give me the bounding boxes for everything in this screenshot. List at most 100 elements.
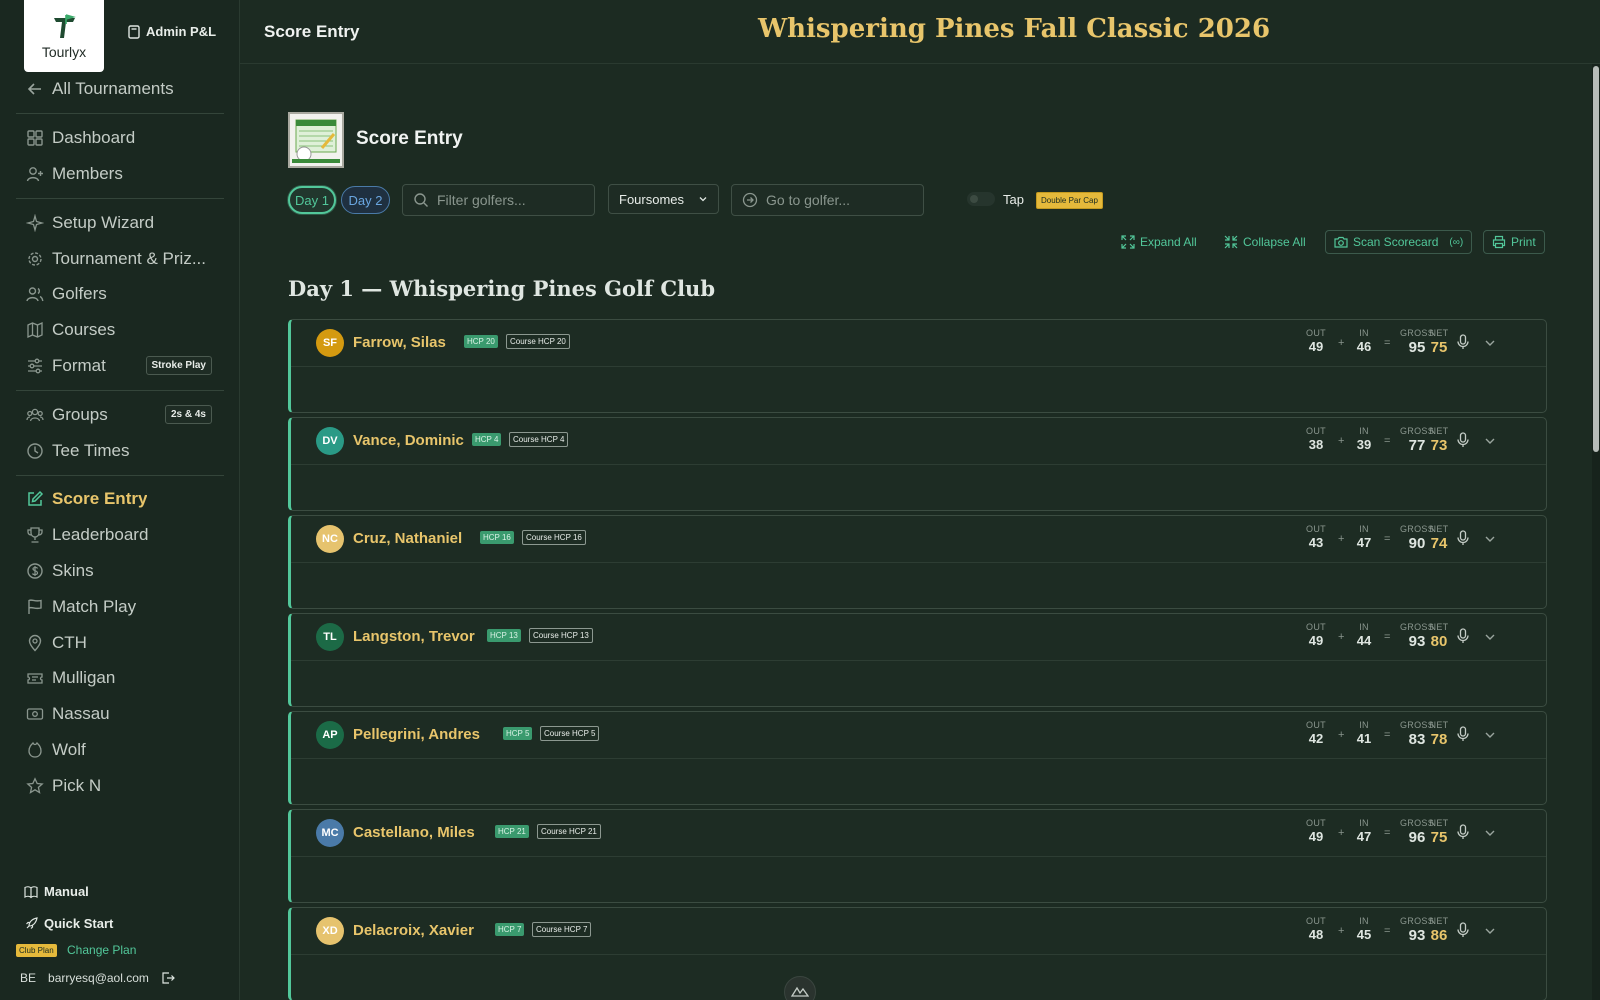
chevron-down-icon[interactable] — [1483, 728, 1497, 742]
golfer-name[interactable]: Vance, Dominic — [353, 432, 464, 449]
sidebar-item-label: Tournament & Priz... — [52, 249, 207, 268]
chevron-down-icon[interactable] — [1483, 434, 1497, 448]
golfer-name[interactable]: Cruz, Nathaniel — [353, 530, 462, 547]
logout-icon[interactable] — [161, 971, 175, 985]
net-score: NET 75 — [1425, 328, 1453, 356]
chevron-down-icon[interactable] — [1483, 630, 1497, 644]
chevron-down-icon[interactable] — [1483, 924, 1497, 938]
golfer-name[interactable]: Delacroix, Xavier — [353, 922, 474, 939]
hcp-badge: HCP 21 — [495, 825, 529, 838]
expand-all-button[interactable]: Expand All — [1121, 230, 1197, 254]
golfer-name[interactable]: Langston, Trevor — [353, 628, 475, 645]
goto-golfer-input[interactable]: Go to golfer... — [731, 184, 924, 216]
chevron-down-icon[interactable] — [1483, 336, 1497, 350]
admin-pl-link[interactable]: Admin P&L — [128, 24, 216, 39]
card-divider — [291, 758, 1546, 759]
sidebar-item-groups[interactable]: Groups 2s & 4s — [26, 401, 216, 429]
sidebar-item-golfers[interactable]: Golfers — [26, 280, 216, 308]
sidebar-item-setup-wizard[interactable]: Setup Wizard — [26, 209, 216, 237]
microphone-icon[interactable] — [1456, 530, 1470, 546]
sidebar-item-cth[interactable]: CTH — [26, 629, 216, 657]
net-label: NET — [1429, 818, 1449, 828]
sidebar-item-mulligan[interactable]: Mulligan — [26, 664, 216, 692]
golfer-avatar: XD — [316, 917, 344, 945]
microphone-icon[interactable] — [1456, 432, 1470, 448]
manual-link[interactable]: Manual — [24, 884, 89, 899]
change-plan-link[interactable]: Change Plan — [67, 943, 136, 957]
sidebar-divider — [16, 475, 224, 476]
sidebar-item-members[interactable]: Members — [26, 160, 216, 188]
out-value: 38 — [1308, 437, 1324, 452]
sidebar-item-label: Tee Times — [52, 441, 130, 460]
in-value: 44 — [1356, 633, 1372, 648]
course-hcp-badge: Course HCP 4 — [509, 432, 569, 447]
arrow-left-icon — [27, 83, 41, 95]
tap-mode-toggle[interactable] — [967, 192, 995, 206]
sidebar-item-label: Leaderboard — [52, 525, 149, 544]
sidebar-item-skins[interactable]: Skins — [26, 557, 216, 585]
plus-sign: + — [1338, 631, 1345, 643]
collapse-all-button[interactable]: Collapse All — [1224, 230, 1306, 254]
golfer-name[interactable]: Farrow, Silas — [353, 334, 446, 351]
golfer-card[interactable]: NC Cruz, Nathaniel HCP 16 Course HCP 16 … — [288, 515, 1547, 609]
tab-day-2[interactable]: Day 2 — [341, 186, 390, 214]
out-value: 48 — [1308, 927, 1324, 942]
microphone-icon[interactable] — [1456, 334, 1470, 350]
microphone-icon[interactable] — [1456, 628, 1470, 644]
course-hcp-badge: Course HCP 16 — [522, 530, 586, 545]
sidebar-item-wolf[interactable]: Wolf — [26, 736, 216, 764]
tab-day-1[interactable]: Day 1 — [288, 186, 336, 214]
out-value: 49 — [1308, 829, 1324, 844]
scan-scorecard-count: (∞) — [1449, 236, 1464, 248]
microphone-icon[interactable] — [1456, 922, 1470, 938]
sidebar-item-pick-n[interactable]: Pick N — [26, 772, 216, 800]
scan-scorecard-label: Scan Scorecard — [1353, 235, 1439, 249]
sidebar-item-nassau[interactable]: Nassau — [26, 700, 216, 728]
sidebar-item-tee-times[interactable]: Tee Times — [26, 437, 216, 465]
golfer-card[interactable]: AP Pellegrini, Andres HCP 5 Course HCP 5… — [288, 711, 1547, 805]
course-hcp-badge: Course HCP 20 — [506, 334, 570, 349]
sidebar-item-format[interactable]: Format Stroke Play — [26, 352, 216, 380]
quick-start-link[interactable]: Quick Start — [24, 916, 113, 931]
chevron-down-icon[interactable] — [1483, 532, 1497, 546]
microphone-icon[interactable] — [1456, 824, 1470, 840]
sidebar-item-score-entry[interactable]: Score Entry — [26, 485, 216, 513]
all-tournaments-link[interactable]: All Tournaments — [26, 75, 216, 103]
out-value: 42 — [1308, 731, 1324, 746]
chevron-down-icon[interactable] — [1483, 826, 1497, 840]
golfer-avatar: DV — [316, 427, 344, 455]
scrollbar-thumb[interactable] — [1593, 66, 1599, 452]
edit-icon — [28, 490, 44, 506]
wolf-icon — [28, 741, 42, 758]
grouping-select[interactable]: Foursomes — [608, 184, 719, 214]
scan-scorecard-button[interactable]: Scan Scorecard (∞) — [1325, 230, 1473, 254]
microphone-icon[interactable] — [1456, 726, 1470, 742]
filter-golfers-input[interactable]: Filter golfers... — [402, 184, 595, 216]
devtools-badge[interactable] — [784, 976, 816, 1000]
filter-golfers-placeholder: Filter golfers... — [437, 192, 526, 208]
golfer-card[interactable]: DV Vance, Dominic HCP 4 Course HCP 4 OUT… — [288, 417, 1547, 511]
group-icon — [26, 408, 44, 422]
golfer-card[interactable]: SF Farrow, Silas HCP 20 Course HCP 20 OU… — [288, 319, 1547, 413]
sidebar-item-leaderboard[interactable]: Leaderboard — [26, 521, 216, 549]
sidebar-item-match-play[interactable]: Match Play — [26, 593, 216, 621]
avatar-initials: MC — [321, 827, 339, 839]
avatar-initials: SF — [322, 337, 338, 349]
sidebar-item-courses[interactable]: Courses — [26, 316, 216, 344]
tourlyx-logo[interactable]: Tourlyx — [24, 0, 104, 72]
print-button[interactable]: Print — [1483, 230, 1545, 254]
golfer-card[interactable]: TL Langston, Trevor HCP 13 Course HCP 13… — [288, 613, 1547, 707]
golfer-name[interactable]: Pellegrini, Andres — [353, 726, 480, 743]
golfer-name[interactable]: Castellano, Miles — [353, 824, 475, 841]
golfer-card[interactable]: XD Delacroix, Xavier HCP 7 Course HCP 7 … — [288, 907, 1547, 1000]
out-label: OUT — [1306, 720, 1326, 730]
format-chip: Stroke Play — [145, 356, 212, 375]
sidebar-item-dashboard[interactable]: Dashboard — [26, 124, 216, 152]
plus-sign: + — [1338, 827, 1345, 839]
sidebar-item-tournament-prizes[interactable]: Tournament & Priz... — [26, 245, 216, 273]
net-value: 80 — [1430, 633, 1448, 650]
card-divider — [291, 660, 1546, 661]
golfer-card[interactable]: MC Castellano, Miles HCP 21 Course HCP 2… — [288, 809, 1547, 903]
plus-sign: + — [1338, 925, 1345, 937]
net-label: NET — [1429, 426, 1449, 436]
